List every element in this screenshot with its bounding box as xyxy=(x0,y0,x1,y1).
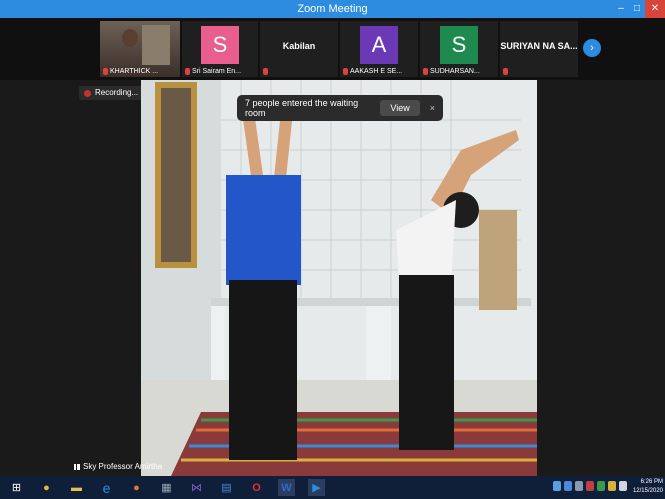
participant-name: SUDHARSAN... xyxy=(430,68,480,75)
minimize-button[interactable]: – xyxy=(613,0,629,18)
participant-name: Kabilan xyxy=(282,41,316,51)
participant-name: Sri Sairam En... xyxy=(192,68,242,75)
windows-start-icon[interactable]: ⊞ xyxy=(8,479,25,496)
participant-name: KHARTHICK ... xyxy=(110,68,159,75)
participant-tile[interactable]: SURIYAN NA SA... xyxy=(500,21,578,77)
participant-avatar: A xyxy=(360,26,398,64)
chrome-tray-icon[interactable] xyxy=(564,481,572,491)
mat xyxy=(171,412,537,476)
participant-avatar: S xyxy=(201,26,239,64)
next-page-button[interactable]: › xyxy=(583,39,601,57)
visual-studio-icon[interactable]: ⋈ xyxy=(188,479,205,496)
window-title-bar: Zoom Meeting – □ ✕ xyxy=(0,0,665,18)
window-title: Zoom Meeting xyxy=(297,3,368,15)
speaker-name: Sky Professor Amirtha xyxy=(83,462,163,471)
muted-mic-icon xyxy=(423,68,428,75)
tray-green-icon[interactable] xyxy=(597,481,605,491)
waiting-room-notification: 7 people entered the waiting room View × xyxy=(237,95,443,121)
network-icon[interactable] xyxy=(553,481,561,491)
system-tray xyxy=(553,481,627,491)
muted-mic-icon xyxy=(185,68,190,75)
dismiss-button[interactable]: × xyxy=(430,103,435,113)
clock-date: 12/15/2020 xyxy=(632,488,663,494)
participant-tile[interactable]: Kabilan xyxy=(260,21,338,77)
participant-tile[interactable]: KHARTHICK ... xyxy=(100,21,180,77)
tray-app-icon[interactable] xyxy=(575,481,583,491)
participant-name: SURIYAN NA SA... xyxy=(500,41,578,51)
clock-time: 6:26 PM xyxy=(640,479,663,485)
muted-mic-icon xyxy=(103,68,108,75)
participant-tile[interactable]: S SUDHARSAN... xyxy=(420,21,498,77)
tray-yellow-icon[interactable] xyxy=(608,481,616,491)
word-icon[interactable]: W xyxy=(278,479,295,496)
system-clock[interactable]: 6:26 PM 12/15/2020 xyxy=(633,478,663,496)
firefox-icon[interactable]: ● xyxy=(128,479,145,496)
participant-tile[interactable]: S Sri Sairam En... xyxy=(182,21,258,77)
participant-tile[interactable]: A AAKASH E SE... xyxy=(340,21,418,77)
main-video xyxy=(141,80,537,476)
muted-mic-icon xyxy=(343,68,348,75)
opera-icon[interactable]: O xyxy=(248,479,265,496)
recording-label: Recording... xyxy=(95,88,139,97)
app-grid-icon[interactable]: ▦ xyxy=(158,479,175,496)
participant-avatar: S xyxy=(440,26,478,64)
board xyxy=(479,210,517,310)
muted-mic-icon xyxy=(263,68,268,75)
volume-icon[interactable] xyxy=(619,481,627,491)
view-button[interactable]: View xyxy=(380,100,420,116)
chrome-icon[interactable]: ● xyxy=(38,479,55,496)
signal-bars-icon xyxy=(74,463,80,470)
file-explorer-icon[interactable]: ▬ xyxy=(68,479,85,496)
window-controls: – □ ✕ xyxy=(613,0,665,18)
participant-strip: KHARTHICK ... S Sri Sairam En... Kabilan… xyxy=(0,18,665,80)
participant-name: AAKASH E SE... xyxy=(350,68,403,75)
muted-mic-icon xyxy=(503,68,508,75)
windows-taskbar: ⊞ ● ▬ e ● ▦ ⋈ ▤ O W ▶ 6:26 PM 12/15/2020 xyxy=(0,476,665,499)
record-icon xyxy=(84,89,91,97)
recording-indicator[interactable]: Recording... xyxy=(79,86,144,100)
tray-alert-icon[interactable] xyxy=(586,481,594,491)
notification-message: 7 people entered the waiting room xyxy=(245,98,359,118)
active-speaker-label: Sky Professor Amirtha xyxy=(74,462,162,471)
video-scene xyxy=(141,80,537,476)
close-button[interactable]: ✕ xyxy=(645,0,665,18)
app-icon[interactable]: ▤ xyxy=(218,479,235,496)
maximize-button[interactable]: □ xyxy=(629,0,645,18)
edge-icon[interactable]: e xyxy=(98,479,115,496)
zoom-icon[interactable]: ▶ xyxy=(308,479,325,496)
